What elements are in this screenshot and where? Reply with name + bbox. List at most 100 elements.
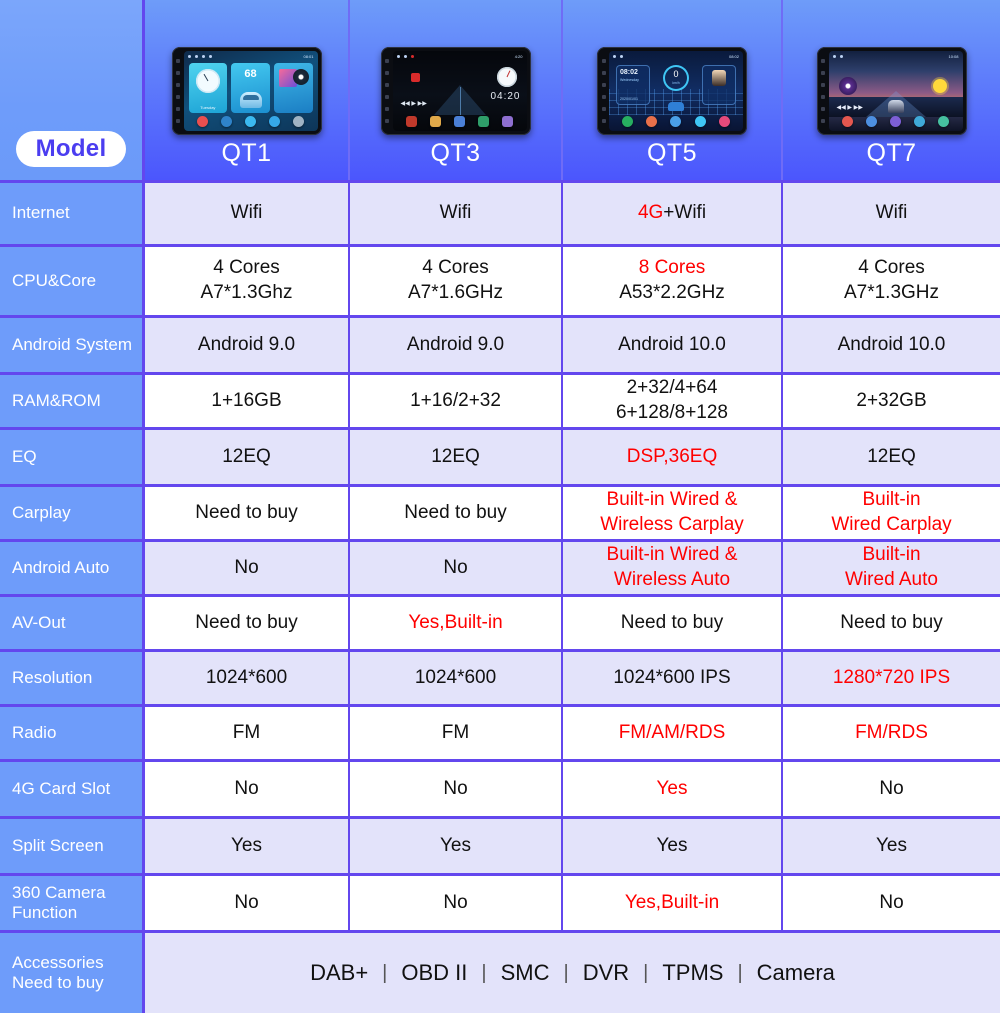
widget-tiles: Tuesday 68 (188, 63, 313, 113)
date-label: 2020/01/01 (620, 97, 638, 101)
spec-cell-line: No (879, 891, 903, 916)
side-buttons-icon (175, 55, 182, 127)
spec-row-label-text: EQ (12, 446, 37, 466)
car-icon (887, 100, 904, 113)
device-column-qt3[interactable]: 4:20 04:20 ◀◀ ▶ ▶▶ QT3 (350, 0, 563, 180)
spec-cell: 8 Cores A53*2.2GHz (563, 247, 783, 315)
spec-cell: No (145, 542, 350, 594)
comparison-table: Model 08:01 Tuesday 68 QT1 4:20 04:20 ◀◀… (0, 0, 1000, 1029)
spec-cell-line: No (443, 556, 467, 581)
spec-cell-line: Need to buy (621, 611, 723, 636)
spec-cell-line: Built-in (862, 543, 920, 568)
spec-cell-line: 4 Cores (213, 256, 280, 281)
value-text: Android 9.0 (197, 333, 296, 355)
speed-unit-label: km/h (672, 81, 680, 85)
spec-cell-line: Android 9.0 (198, 333, 295, 358)
car-icon (239, 92, 262, 108)
spec-cell-line: Android 9.0 (407, 333, 504, 358)
media-transport-controls: ◀◀ ▶ ▶▶ (836, 105, 863, 111)
music-app-icon (502, 115, 514, 127)
spec-row-label: 360 Camera Function (0, 876, 145, 930)
spec-cell-line: FM (233, 721, 260, 746)
value-text: Yes (876, 834, 907, 856)
highlighted-value: 8 Cores (638, 257, 706, 279)
accessories-row: Accessories Need to buy DAB+ | OBD II | SMC |… (0, 930, 1000, 1013)
vinyl-icon (838, 77, 857, 95)
spec-cell-line: FM/RDS (855, 721, 928, 746)
spec-row-cells: No No Built-in Wired & Wireless Auto Built-i… (145, 542, 1000, 594)
spec-cell-line: Need to buy (404, 501, 506, 526)
spec-cell: Android 9.0 (145, 318, 350, 372)
spec-cell: FM (350, 707, 563, 759)
spec-cell: Yes (563, 762, 783, 816)
value-text: 4 Cores (422, 257, 489, 279)
spec-cell-line: 4G+Wifi (638, 201, 706, 226)
spec-cell-line: A7*1.3Ghz (201, 281, 293, 306)
value-text: +Wifi (663, 202, 707, 224)
spec-cell-line: A7*1.3GHz (844, 281, 939, 306)
device-column-qt7[interactable]: 10:08 ◀◀ ▶ ▶▶ QT7 (783, 0, 1000, 180)
model-badge: Model (15, 130, 127, 167)
spec-row-label-text: Android System (12, 334, 132, 354)
value-text: Need to buy (840, 611, 943, 633)
value-text: Wifi (230, 202, 263, 224)
spec-cell-line: 4 Cores (858, 256, 925, 281)
spec-cell-line: A53*2.2GHz (619, 281, 725, 306)
value-text: No (234, 777, 259, 799)
clock-widget-tile: Tuesday (188, 63, 228, 113)
status-clock: 4:20 (514, 53, 523, 59)
spec-row: 360 Camera Function No No Yes,Built-in No (0, 873, 1000, 930)
value-text: A53*2.2GHz (619, 282, 725, 303)
media-transport-controls: ◀◀ ▶ ▶▶ (400, 101, 427, 107)
value-text: Android 10.0 (618, 333, 726, 355)
device-column-qt5[interactable]: 08:02 08:02 Wednesday 2020/01/01 0 km/h (563, 0, 783, 180)
tools-app-icon (269, 115, 281, 127)
spec-cell: 2+32/4+64 6+128/8+128 (563, 375, 783, 427)
spec-cell-line: Wireless Carplay (600, 513, 744, 538)
spec-row-label-text: Resolution (12, 667, 93, 687)
spec-row: Split Screen Yes Yes Yes Yes (0, 816, 1000, 873)
clock-widget-panel: 08:02 Wednesday 2020/01/01 (616, 65, 650, 105)
device-name-qt3: QT3 (430, 139, 481, 167)
spec-cell-line: Need to buy (195, 501, 297, 526)
accessories-list: DAB+ | OBD II | SMC | DVR | TPMS | Camera (296, 960, 849, 986)
app-dock (184, 113, 318, 129)
apps-icon (670, 115, 682, 127)
side-buttons-icon (384, 55, 391, 127)
spec-cell: Need to buy (145, 487, 350, 539)
spec-cell: 4 Cores A7*1.6GHz (350, 247, 563, 315)
spec-cell-line: Yes (876, 834, 907, 859)
screen-qt5: 08:02 08:02 Wednesday 2020/01/01 0 km/h (609, 51, 743, 131)
spec-cell-line: 1+16/2+32 (410, 389, 501, 414)
highlighted-value: Built-in Wired & (606, 544, 738, 566)
spec-cell-line: Yes (440, 834, 471, 859)
spec-cell: Wifi (783, 183, 1000, 244)
screen-qt1: 08:01 Tuesday 68 (183, 51, 318, 131)
highlighted-value: Yes,Built-in (408, 611, 503, 633)
model-header-cell: Model (0, 0, 145, 180)
value-text: FM (232, 721, 261, 743)
spec-cell: Wifi (350, 183, 563, 244)
status-clock: 08:02 (728, 53, 739, 59)
spec-cell-line: Wired Auto (845, 568, 938, 593)
value-text: 1024*600 (414, 666, 497, 688)
spec-cell-line: 1024*600 IPS (613, 666, 730, 691)
value-text: 2+32/4+64 (626, 377, 718, 399)
status-bar-icon: 08:01 (184, 51, 318, 61)
phone-app-icon (938, 115, 950, 127)
spec-cell: Wifi (145, 183, 350, 244)
value-text: A7*1.3Ghz (200, 282, 293, 303)
spec-cell-line: Yes (231, 834, 262, 859)
highlighted-value: DSP,36EQ (626, 445, 718, 467)
head-unit-image-qt5: 08:02 08:02 Wednesday 2020/01/01 0 km/h (597, 47, 747, 135)
device-column-qt1[interactable]: 08:01 Tuesday 68 QT1 (145, 0, 350, 180)
app-dock (609, 113, 743, 129)
spec-row-cells: No No Yes,Built-in No (145, 876, 1000, 930)
vinyl-icon (292, 69, 309, 85)
spec-cell: Built-in Wired Carplay (783, 487, 1000, 539)
spec-row-cells: 4 Cores A7*1.3Ghz 4 Cores A7*1.6GHz 8 Cores A… (145, 247, 1000, 315)
spec-cell-line: No (234, 891, 258, 916)
speed-value: 0 (673, 69, 679, 79)
spec-cell: No (145, 762, 350, 816)
music-widget-tile (273, 63, 313, 113)
